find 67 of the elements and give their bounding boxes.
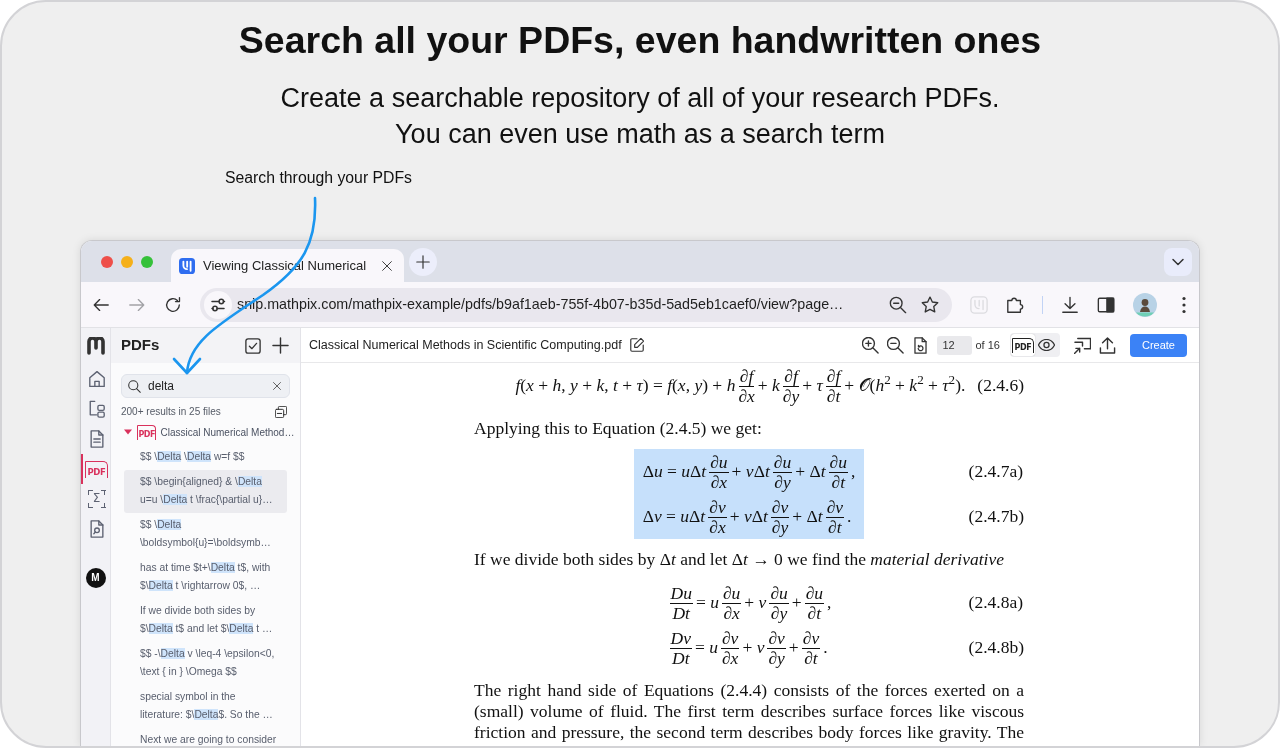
search-result[interactable]: $$ \Delta \Delta w=f $$ (124, 445, 287, 470)
pdf-file-badge: PDF (137, 424, 157, 440)
equation-number: (2.4.8a) (968, 591, 1024, 614)
clear-icon[interactable] (273, 382, 281, 390)
search-result[interactable]: $$ \begin{aligned} & \Delta u=u \Delta t \frac{\partial u}… (124, 469, 287, 513)
tree-icon (87, 400, 106, 418)
eye-icon (1038, 339, 1056, 351)
search-icon (128, 379, 141, 393)
plus-icon[interactable] (272, 337, 289, 354)
body-paragraph: If we divide both sides by Δt and let Δt → 0 we find the material derivative (474, 549, 1005, 570)
new-tab-button[interactable] (409, 247, 437, 276)
collapse-all-icon[interactable] (275, 406, 287, 418)
user-avatar[interactable]: M (85, 568, 106, 588)
file-title: Classical Numerical Methods in Scientific Computing.pdf (309, 336, 622, 354)
search-result[interactable]: $$ -\Delta v \leq-4 \epsilon<0, \text { in } \Omega $$ (124, 641, 287, 685)
equation-number: (2.4.7a) (968, 460, 1024, 483)
view-mode-button[interactable]: PDF (1010, 334, 1035, 356)
equation: f(x + h, y + k, t + τ) = f(x, y) + h ∂f ∂x + k ∂f ∂y + τ ∂f ∂t + 𝒪(h$^{2}$ + k$^{2}$ + τ$^{2}$). (515, 365, 966, 408)
equation: Δv = uΔt ∂v ∂x + vΔt ∂v ∂y + Δt ∂v ∂t . (642, 496, 853, 539)
download-icon[interactable] (1061, 295, 1079, 314)
subtitle-line: Create a searchable repository of all of your research PDFs. (280, 82, 1000, 115)
caret-down-icon[interactable] (124, 428, 132, 436)
plus-icon (416, 254, 430, 269)
page-count: of 16 (975, 337, 1000, 353)
bookmark-star-icon[interactable] (921, 295, 939, 314)
reload-icon[interactable] (164, 295, 182, 314)
zoom-out-icon[interactable] (889, 295, 907, 314)
profile-avatar-icon[interactable] (1133, 292, 1157, 317)
site-settings-icon[interactable] (204, 290, 232, 319)
search-result[interactable]: special symbol in the literature: $\Delta$. So the … (124, 684, 287, 728)
app-logo-icon (179, 257, 195, 274)
subtitle-line: You can even use math as a search term (395, 118, 885, 151)
equation-number: (2.4.8b) (968, 636, 1024, 659)
panel-title: PDFs (121, 335, 160, 356)
close-icon[interactable] (382, 260, 392, 271)
search-result[interactable]: has at time $t+\Delta t$, with $\Delta t \rightarrow 0$, … (124, 555, 287, 599)
search-result[interactable]: Next we are going to consider (124, 727, 287, 746)
create-button[interactable]: Create (1129, 333, 1187, 357)
search-result[interactable]: If we divide both sides by $\Delta t$ and let $\Delta t … (124, 598, 287, 642)
upload-icon[interactable] (1098, 336, 1116, 354)
tab-list-button[interactable] (1164, 247, 1192, 276)
side-panel-icon[interactable] (1097, 295, 1115, 314)
annotation-label: Search through your PDFs (225, 168, 413, 188)
document-icon (87, 430, 106, 448)
checkbox-icon[interactable] (245, 337, 261, 354)
fit-page-icon[interactable] (911, 336, 929, 354)
document-search-icon (87, 520, 106, 538)
headline: Search all your PDFs, even handwritten ones (238, 18, 1042, 62)
search-result[interactable]: $$ \Delta \boldsymbol{u}=\boldsymb… (124, 512, 287, 556)
close-window-icon[interactable] (101, 255, 113, 268)
chevron-down-icon (1171, 256, 1185, 267)
equation-number: (2.4.6) (977, 374, 1024, 397)
zoom-out-icon[interactable] (886, 336, 904, 354)
equation-number: (2.4.7b) (968, 505, 1024, 528)
body-paragraph: Applying this to Equation (2.4.5) we get: (474, 418, 763, 439)
rail-tab[interactable]: Σ (81, 484, 110, 514)
results-summary: 200+ results in 25 files (121, 405, 221, 419)
zoom-in-icon[interactable] (861, 336, 879, 354)
page-number-field[interactable]: 12 (936, 335, 972, 355)
puzzle-icon[interactable] (1006, 295, 1024, 314)
app-logo-icon[interactable] (86, 337, 105, 355)
edit-icon[interactable] (629, 338, 644, 352)
present-icon[interactable] (1073, 336, 1091, 354)
body-paragraph: The right hand side of Equations (2.4.4) consists of the forces exerted on a (small) volume of fluid. The first term describes surface forces like viscous friction and pressure, the second term describes body forces like gravity. The (474, 680, 1024, 743)
home-icon (87, 370, 106, 388)
search-field[interactable]: delta (121, 374, 290, 398)
equation: Δu = uΔt ∂u ∂x + vΔt ∂u ∂y + Δt ∂u ∂t , (642, 451, 856, 494)
